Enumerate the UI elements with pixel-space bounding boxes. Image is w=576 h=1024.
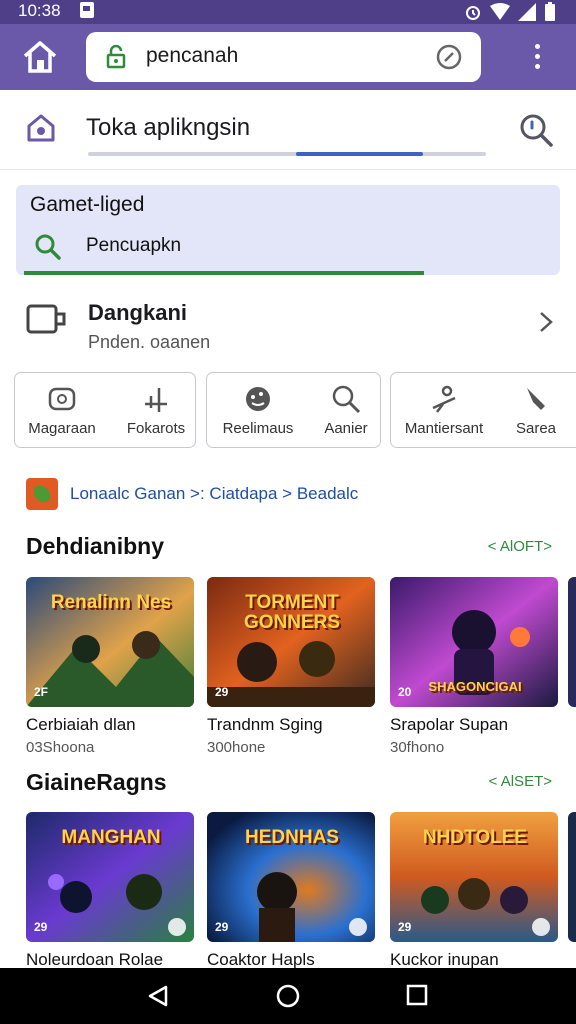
game-card[interactable]: MANGHAN 29 Noleurdoan Rolae <box>26 812 194 969</box>
palette-icon <box>246 387 270 411</box>
game-artwork: TORMENT GONNERS 29 <box>207 577 375 707</box>
game-art-caption: MANGHAN <box>61 827 161 848</box>
see-all-link[interactable]: < AlSET> <box>489 773 552 790</box>
category-chip-label: Magaraan <box>28 420 96 437</box>
see-all-link[interactable]: < AlOFT> <box>488 538 552 555</box>
notification-icon <box>80 2 94 18</box>
breadcrumb-text[interactable]: Lonaalc Ganan >: Ciatdapa > Beadalc <box>70 484 358 504</box>
game-art-caption: HEDNHAS <box>245 827 339 848</box>
gear-icon <box>349 918 367 936</box>
section-title: GiaineRagns <box>26 769 167 795</box>
game-card[interactable]: Renalinn Nes 2F Cerbiaiah dlan 03Shoona <box>26 577 194 756</box>
category-chip-label: Reelimaus <box>222 420 294 437</box>
status-icons <box>464 0 556 24</box>
system-navigation-bar <box>0 968 576 1024</box>
game-art-caption: TORMENT GONNERS <box>243 592 341 633</box>
game-subtitle: 03Shoona <box>26 739 95 756</box>
game-title: Cerbiaiah dlan <box>26 715 136 734</box>
game-card-peek[interactable] <box>568 812 576 942</box>
app-icon <box>26 478 58 510</box>
category-chips: Magaraan Fokarots Reelimaus Aanier Manti… <box>0 372 576 450</box>
game-title: Trandnm Sging <box>207 715 323 734</box>
search-icon[interactable] <box>518 112 554 148</box>
category-chip[interactable]: Mantiersant <box>392 372 496 448</box>
game-badge: 29 <box>215 685 229 699</box>
game-badge: 29 <box>398 920 412 934</box>
section-title: Dehdianibny <box>26 533 165 559</box>
game-title: Coaktor Hapls <box>207 950 315 969</box>
url-bar[interactable]: pencanah <box>86 32 481 82</box>
store-header: Toka aplikngsin <box>0 90 576 170</box>
gear-icon <box>168 918 186 936</box>
category-chip[interactable]: Fokarots <box>108 372 204 448</box>
downloads-title: Dangkani <box>88 300 188 325</box>
recents-icon[interactable] <box>406 984 428 1006</box>
game-card-peek[interactable] <box>568 577 576 707</box>
filter-title: Gamet-liged <box>30 193 145 216</box>
lock-icon <box>106 45 126 69</box>
filter-progress-bar <box>24 271 424 275</box>
arrows-icon <box>145 388 167 412</box>
home-nav-icon[interactable] <box>276 984 300 1008</box>
category-chip[interactable]: Magaraan <box>16 372 108 448</box>
game-card[interactable]: SHAGONCIGAI 20 Srapolar Supan 30fhono <box>390 577 558 756</box>
game-badge: 20 <box>398 685 412 699</box>
downloads-row[interactable]: Dangkani Pnden. oaanen <box>0 288 576 360</box>
reload-icon[interactable] <box>435 43 463 71</box>
category-chip[interactable]: Reelimaus <box>208 372 308 448</box>
search-icon <box>332 385 361 414</box>
game-card[interactable]: NHDTOLEE 29 Kuckor inupan <box>390 812 558 969</box>
controller-icon <box>48 387 76 411</box>
game-title: Noleurdoan Rolae <box>26 950 164 969</box>
search-progress-bar <box>88 152 486 156</box>
url-text: pencanah <box>146 44 239 67</box>
status-bar: 10:38 <box>0 0 576 24</box>
home-icon[interactable] <box>22 40 58 74</box>
game-art-caption: NHDTOLEE <box>422 827 528 848</box>
chevron-right-icon <box>540 312 553 332</box>
device-icon <box>26 304 66 334</box>
category-chip[interactable]: Aanier <box>308 372 384 448</box>
status-time: 10:38 <box>18 1 61 20</box>
filter-card[interactable]: Gamet-liged Pencuapkn <box>16 185 560 275</box>
game-badge: 29 <box>34 920 48 934</box>
category-chip-label: Sarea <box>515 420 557 437</box>
category-chip-label: Mantiersant <box>404 420 484 437</box>
game-artwork: MANGHAN 29 <box>26 812 194 942</box>
game-badge: 29 <box>215 920 229 934</box>
gear-icon <box>532 918 550 936</box>
filter-query-text: Pencuapkn <box>86 235 182 256</box>
overflow-menu-icon[interactable] <box>527 41 547 73</box>
game-badge: 2F <box>34 685 49 699</box>
back-icon[interactable] <box>146 984 170 1008</box>
game-subtitle: 300hone <box>207 739 266 756</box>
game-artwork: Renalinn Nes 2F <box>26 577 194 707</box>
category-chip[interactable]: Sarea <box>496 372 576 448</box>
game-artwork: SHAGONCIGAI 20 <box>390 577 558 707</box>
search-progress-fill <box>296 152 424 156</box>
store-search-title[interactable]: Toka aplikngsin <box>86 114 250 142</box>
battery-icon <box>545 2 555 21</box>
breadcrumb[interactable]: Lonaalc Ganan >: Ciatdapa > Beadalc <box>26 478 566 510</box>
game-card[interactable]: HEDNHAS 29 Coaktor Hapls <box>207 812 375 969</box>
alarm-icon <box>466 6 480 20</box>
search-icon <box>35 234 61 260</box>
browser-toolbar: pencanah <box>0 24 576 90</box>
game-subtitle: 30fhono <box>390 739 445 756</box>
game-artwork: HEDNHAS 29 <box>207 812 375 942</box>
downloads-subtitle: Pnden. oaanen <box>88 332 211 352</box>
game-title: Srapolar Supan <box>390 715 509 734</box>
game-card[interactable]: TORMENT GONNERS 29 Trandnm Sging 300hone <box>207 577 375 756</box>
game-art-caption: Renalinn Nes <box>50 592 172 613</box>
store-logo-icon <box>27 114 55 142</box>
lever-icon <box>432 385 456 413</box>
wifi-icon <box>490 3 510 20</box>
game-artwork: NHDTOLEE 29 <box>390 812 558 942</box>
signal-icon <box>518 3 536 21</box>
category-chip-label: Aanier <box>324 420 368 437</box>
puzzle-icon <box>527 388 545 410</box>
category-chip-label: Fokarots <box>126 420 186 437</box>
game-art-caption: SHAGONCIGAI <box>428 679 522 694</box>
game-title: Kuckor inupan <box>390 950 499 969</box>
